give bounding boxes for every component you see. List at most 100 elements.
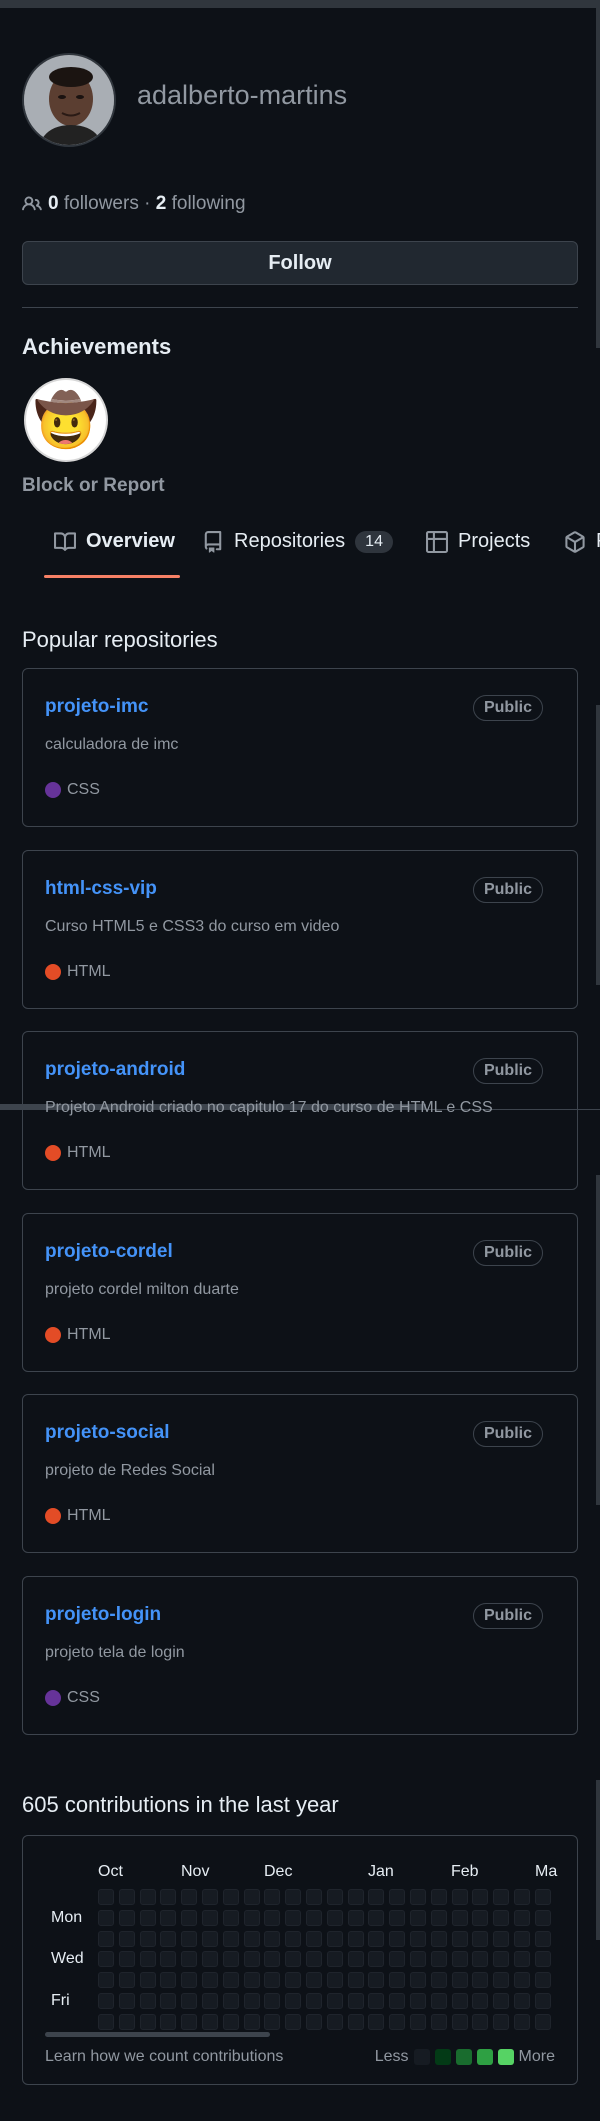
- tab-projects[interactable]: Projects: [426, 530, 530, 553]
- contribution-cell[interactable]: [202, 1951, 218, 1968]
- learn-contributions-link[interactable]: Learn how we count contributions: [45, 2048, 283, 2066]
- contribution-cell[interactable]: [410, 2013, 426, 2030]
- contribution-cell[interactable]: [534, 1909, 551, 1926]
- followers-count[interactable]: 0: [48, 193, 59, 214]
- follow-button[interactable]: Follow: [22, 241, 578, 285]
- contribution-cell[interactable]: [181, 1951, 198, 1968]
- repo-name-link[interactable]: projeto-android: [45, 1059, 185, 1081]
- contribution-cell[interactable]: [264, 1951, 281, 1968]
- contribution-cell[interactable]: [202, 1972, 218, 1989]
- contribution-cell[interactable]: [181, 1930, 198, 1947]
- contribution-cell[interactable]: [202, 1889, 218, 1905]
- graph-scrollbar[interactable]: [45, 2032, 270, 2037]
- contribution-cell[interactable]: [243, 1889, 260, 1905]
- block-or-report-link[interactable]: Block or Report: [22, 475, 165, 497]
- contribution-cell[interactable]: [181, 1889, 198, 1905]
- contribution-cell[interactable]: [514, 1909, 530, 1926]
- contribution-cell[interactable]: [472, 1951, 489, 1968]
- contribution-cell[interactable]: [306, 1889, 322, 1905]
- contribution-cell[interactable]: [243, 1993, 260, 2009]
- contribution-cell[interactable]: [534, 1993, 551, 2009]
- contribution-cell[interactable]: [534, 1930, 551, 1947]
- repo-name-link[interactable]: projeto-login: [45, 1604, 161, 1626]
- contribution-cell[interactable]: [347, 1993, 364, 2009]
- contribution-cell[interactable]: [472, 1909, 489, 1926]
- contribution-cell[interactable]: [98, 1993, 114, 2009]
- contribution-cell[interactable]: [534, 1951, 551, 1968]
- contribution-cell[interactable]: [430, 2013, 447, 2030]
- contribution-cell[interactable]: [347, 1889, 364, 1905]
- contribution-cell[interactable]: [493, 1930, 510, 1947]
- contribution-cell[interactable]: [472, 1889, 489, 1905]
- contribution-cell[interactable]: [160, 1993, 177, 2009]
- contribution-cell[interactable]: [514, 1951, 530, 1968]
- contribution-cell[interactable]: [222, 1972, 239, 1989]
- contribution-cell[interactable]: [326, 1930, 343, 1947]
- contribution-cell[interactable]: [493, 2013, 510, 2030]
- contribution-cell[interactable]: [347, 1972, 364, 1989]
- contribution-cell[interactable]: [181, 1993, 198, 2009]
- contribution-cell[interactable]: [139, 1972, 156, 1989]
- contribution-cell[interactable]: [243, 2013, 260, 2030]
- contribution-cell[interactable]: [285, 1972, 302, 1989]
- contribution-cell[interactable]: [410, 1909, 426, 1926]
- contribution-cell[interactable]: [264, 1993, 281, 2009]
- contribution-cell[interactable]: [160, 1909, 177, 1926]
- contribution-cell[interactable]: [181, 1972, 198, 1989]
- contribution-cell[interactable]: [430, 1930, 447, 1947]
- contribution-cell[interactable]: [389, 1972, 406, 1989]
- contribution-cell[interactable]: [368, 1930, 385, 1947]
- contribution-cell[interactable]: [368, 1889, 385, 1905]
- following-label[interactable]: following: [172, 193, 246, 214]
- contribution-cell[interactable]: [493, 1909, 510, 1926]
- contribution-cell[interactable]: [451, 1951, 468, 1968]
- contribution-cell[interactable]: [118, 1889, 135, 1905]
- contribution-cell[interactable]: [514, 1930, 530, 1947]
- contribution-cell[interactable]: [389, 2013, 406, 2030]
- contribution-cell[interactable]: [347, 1909, 364, 1926]
- tab-repositories[interactable]: Repositories 14: [202, 530, 393, 553]
- contribution-cell[interactable]: [222, 1993, 239, 2009]
- contribution-cell[interactable]: [222, 2013, 239, 2030]
- followers-label[interactable]: followers: [64, 193, 139, 214]
- contribution-cell[interactable]: [222, 1930, 239, 1947]
- contribution-cell[interactable]: [493, 1972, 510, 1989]
- contribution-cell[interactable]: [306, 2013, 322, 2030]
- contribution-cell[interactable]: [347, 2013, 364, 2030]
- contribution-cell[interactable]: [389, 1951, 406, 1968]
- contribution-cell[interactable]: [98, 1889, 114, 1905]
- contribution-cell[interactable]: [285, 1909, 302, 1926]
- contribution-cell[interactable]: [98, 1972, 114, 1989]
- following-count[interactable]: 2: [156, 193, 167, 214]
- contribution-cell[interactable]: [139, 2013, 156, 2030]
- contribution-cell[interactable]: [243, 1972, 260, 1989]
- contribution-cell[interactable]: [410, 1930, 426, 1947]
- contribution-cell[interactable]: [181, 2013, 198, 2030]
- contribution-cell[interactable]: [222, 1951, 239, 1968]
- contribution-cell[interactable]: [347, 1930, 364, 1947]
- contribution-cell[interactable]: [139, 1993, 156, 2009]
- contribution-cell[interactable]: [430, 1909, 447, 1926]
- contribution-cell[interactable]: [202, 2013, 218, 2030]
- contribution-cell[interactable]: [368, 1909, 385, 1926]
- contribution-cell[interactable]: [264, 1889, 281, 1905]
- contribution-cell[interactable]: [368, 1972, 385, 1989]
- contribution-cell[interactable]: [118, 1930, 135, 1947]
- contribution-cell[interactable]: [368, 1951, 385, 1968]
- contribution-cell[interactable]: [430, 1972, 447, 1989]
- contribution-cell[interactable]: [202, 1930, 218, 1947]
- contribution-cell[interactable]: [118, 1972, 135, 1989]
- contribution-cell[interactable]: [98, 1930, 114, 1947]
- contribution-cell[interactable]: [472, 1993, 489, 2009]
- contribution-cell[interactable]: [368, 2013, 385, 2030]
- contribution-cell[interactable]: [264, 1909, 281, 1926]
- contribution-cell[interactable]: [306, 1909, 322, 1926]
- contribution-cell[interactable]: [472, 1972, 489, 1989]
- contribution-cell[interactable]: [160, 2013, 177, 2030]
- contribution-cell[interactable]: [326, 1951, 343, 1968]
- contribution-cell[interactable]: [243, 1951, 260, 1968]
- contribution-cell[interactable]: [306, 1972, 322, 1989]
- contribution-cell[interactable]: [451, 1972, 468, 1989]
- contribution-cell[interactable]: [410, 1889, 426, 1905]
- contribution-cell[interactable]: [306, 1930, 322, 1947]
